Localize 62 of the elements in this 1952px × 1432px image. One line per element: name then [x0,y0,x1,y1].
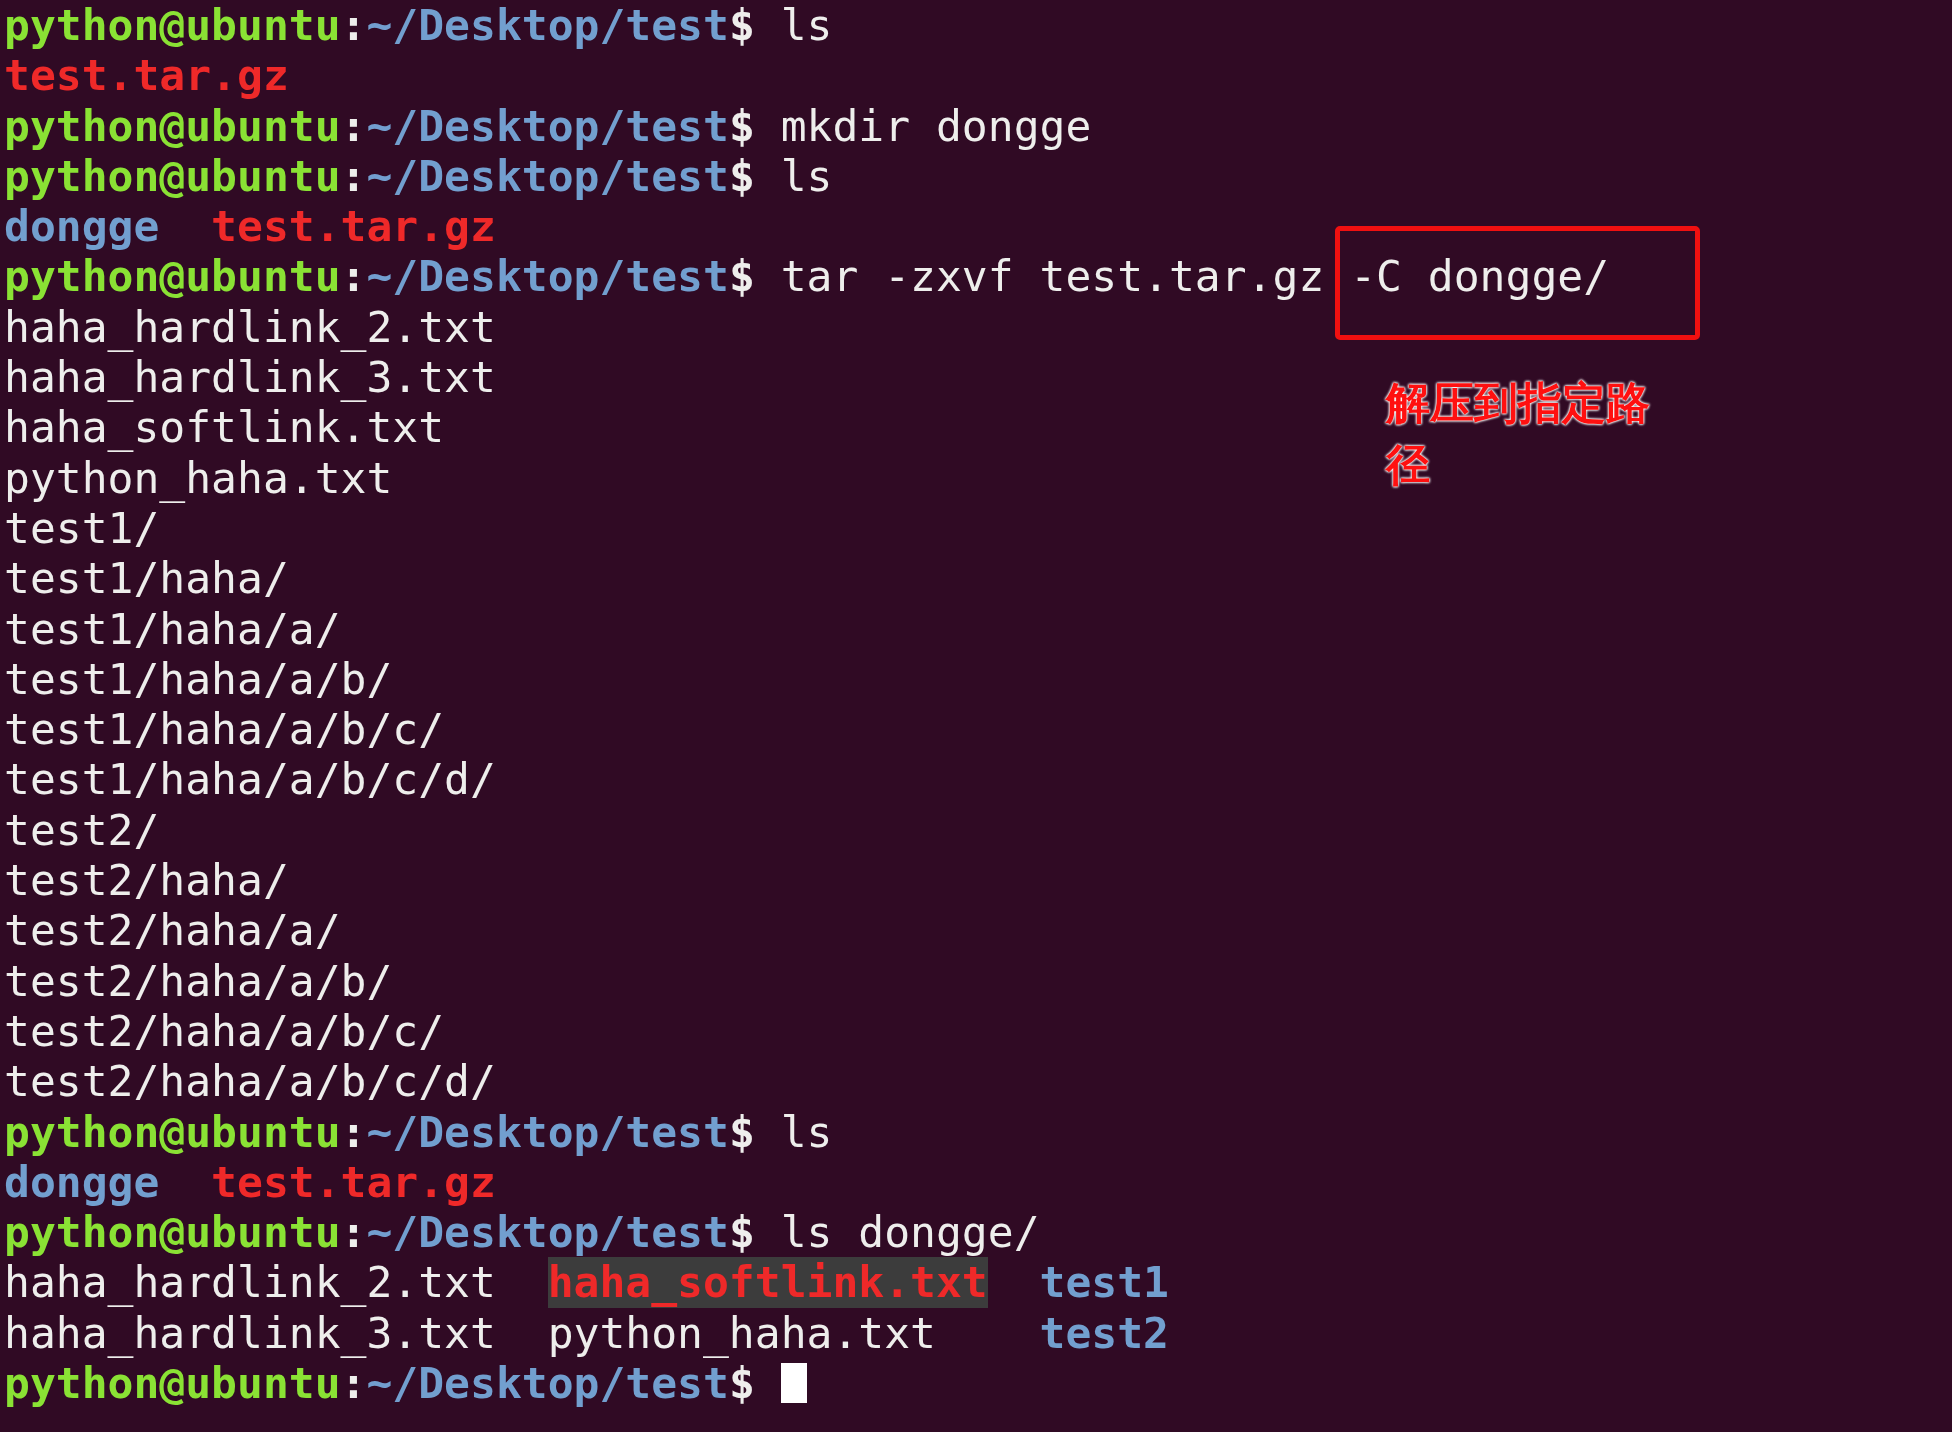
file-name: test.tar.gz [211,201,496,252]
prompt-path: ~/Desktop/test [366,251,729,302]
prompt-symbol: $ [728,1106,755,1157]
prompt-separator: : [340,100,367,151]
prompt-user: python@ubuntu [4,100,341,151]
output-text: test1/haha/ [4,553,289,604]
command-text: ls [780,1106,833,1157]
annotation-note: 解压到指定路径 [1386,376,1651,492]
prompt-user: python@ubuntu [4,1207,341,1258]
prompt-symbol: $ [728,0,755,51]
prompt-symbol: $ [728,150,755,202]
output-text: test1/haha/a/b/c/ [4,704,445,755]
output-text: test1/haha/a/ [4,603,341,654]
prompt-symbol: $ [728,251,755,302]
output-text: python_haha.txt [4,452,393,503]
output-text: haha_softlink.txt [4,402,445,453]
command-text: tar -zxvf test.tar.gz -C dongge/ [780,251,1610,302]
file-name: haha_softlink.txt [547,1257,988,1308]
output-text: test2/haha/a/b/c/d/ [4,1056,496,1107]
prompt-path: ~/Desktop/test [366,0,729,51]
prompt-user: python@ubuntu [4,0,341,51]
prompt-separator: : [340,1207,367,1258]
output-text: test1/haha/a/b/c/d/ [4,754,496,805]
command-text: mkdir dongge [780,100,1092,151]
prompt-symbol: $ [728,1358,755,1409]
prompt-path: ~/Desktop/test [366,1106,729,1157]
prompt-user: python@ubuntu [4,1358,341,1409]
prompt-separator: : [340,1106,367,1157]
output-text: haha_hardlink_3.txt [4,352,496,403]
output-text: test2/ [4,804,160,856]
file-name: test1 [1039,1257,1169,1308]
prompt-separator: : [340,150,367,202]
command-text: ls dongge/ [780,1207,1040,1258]
prompt-path: ~/Desktop/test [366,150,729,202]
file-name: dongge [4,201,160,252]
output-text: test1/ [4,502,160,554]
prompt-path: ~/Desktop/test [366,1207,729,1258]
file-name: test2 [1039,1307,1169,1358]
file-name: test.tar.gz [4,50,289,101]
file-name: haha_hardlink_3.txt [4,1307,496,1358]
file-name: dongge [4,1156,160,1208]
prompt-user: python@ubuntu [4,150,341,202]
file-name: python_haha.txt [547,1307,936,1358]
file-name: haha_hardlink_2.txt [4,1257,496,1308]
prompt-separator: : [340,1358,367,1409]
output-text: test2/haha/ [4,855,289,906]
prompt-separator: : [340,0,367,51]
output-text: test2/haha/a/b/c/ [4,1005,445,1057]
output-text: test2/haha/a/b/ [4,955,393,1006]
command-text: ls [780,0,833,51]
output-text: test1/haha/a/b/ [4,653,393,705]
prompt-symbol: $ [728,1207,755,1258]
output-text: haha_hardlink_2.txt [4,301,496,353]
file-name: test.tar.gz [211,1156,496,1208]
prompt-separator: : [340,251,367,302]
command-text: ls [780,150,833,202]
prompt-user: python@ubuntu [4,251,341,302]
prompt-user: python@ubuntu [4,1106,341,1157]
output-text: test2/haha/a/ [4,905,341,956]
prompt-path: ~/Desktop/test [366,100,729,151]
prompt-path: ~/Desktop/test [366,1358,729,1409]
prompt-symbol: $ [728,100,755,151]
